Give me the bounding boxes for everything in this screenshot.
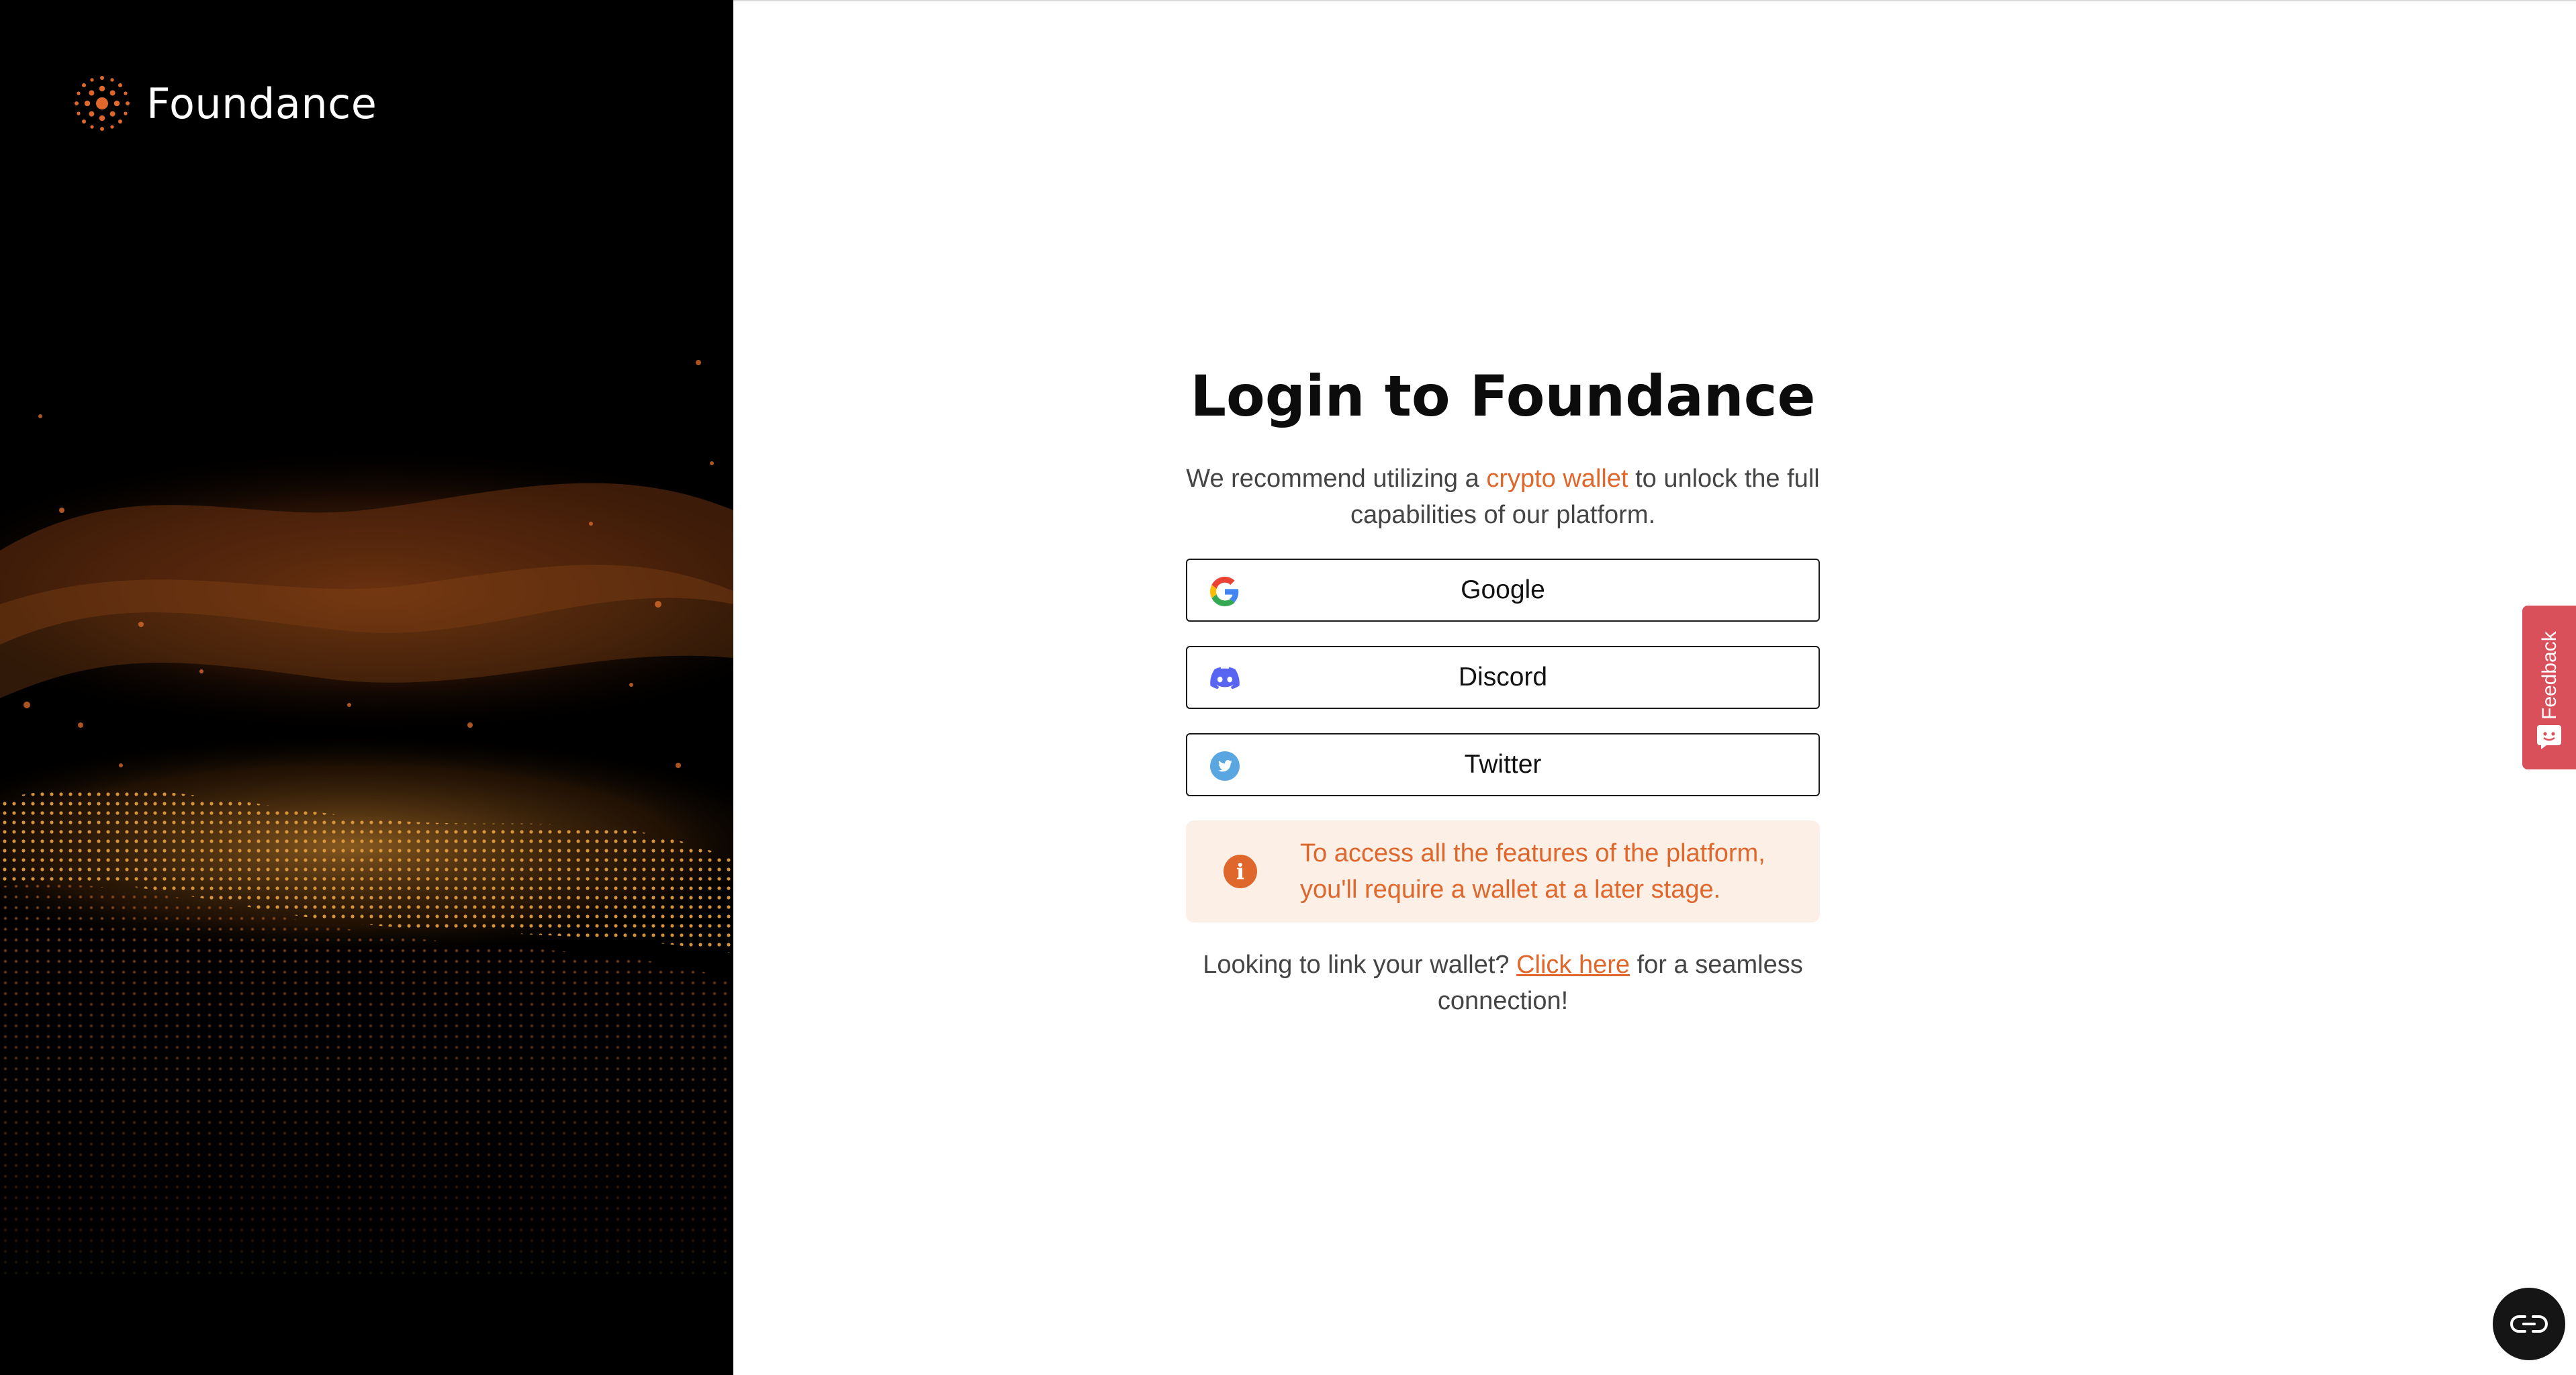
twitter-button-label: Twitter xyxy=(1464,750,1542,779)
wallet-notice: i To access all the features of the plat… xyxy=(1186,820,1820,922)
discord-login-button[interactable]: Discord xyxy=(1186,646,1820,709)
discord-button-label: Discord xyxy=(1458,663,1548,692)
brand-name: Foundance xyxy=(146,79,377,128)
link-wallet-prompt: Looking to link your wallet? Click here … xyxy=(1186,947,1820,1019)
chat-link-icon xyxy=(2510,1315,2548,1333)
discord-icon xyxy=(1210,664,1240,694)
feedback-label: Feedback xyxy=(2538,631,2561,720)
google-login-button[interactable]: Google xyxy=(1186,559,1820,622)
hero-panel: Foundance xyxy=(0,0,733,1375)
info-icon: i xyxy=(1224,855,1257,888)
notice-text: To access all the features of the platfo… xyxy=(1300,839,1765,904)
particle-wave-background xyxy=(0,360,733,1276)
chat-button[interactable] xyxy=(2493,1288,2565,1360)
subtitle-prefix: We recommend utilizing a xyxy=(1186,465,1487,493)
wallet-prefix: Looking to link your wallet? xyxy=(1203,951,1517,979)
login-panel: Login to Foundance We recommend utilizin… xyxy=(1186,356,1820,1019)
sunburst-logo-icon xyxy=(75,76,130,131)
page-title: Login to Foundance xyxy=(1190,363,1816,429)
feedback-tab[interactable]: Feedback xyxy=(2522,606,2576,769)
brand[interactable]: Foundance xyxy=(73,73,377,134)
crypto-wallet-link[interactable]: crypto wallet xyxy=(1486,465,1628,493)
feedback-chat-icon xyxy=(2537,725,2561,749)
twitter-icon xyxy=(1210,751,1240,781)
google-icon xyxy=(1210,577,1240,606)
twitter-login-button[interactable]: Twitter xyxy=(1186,733,1820,796)
login-subtitle: We recommend utilizing a crypto wallet t… xyxy=(1186,461,1820,533)
link-wallet-click-here[interactable]: Click here xyxy=(1516,951,1630,979)
google-button-label: Google xyxy=(1461,575,1545,604)
